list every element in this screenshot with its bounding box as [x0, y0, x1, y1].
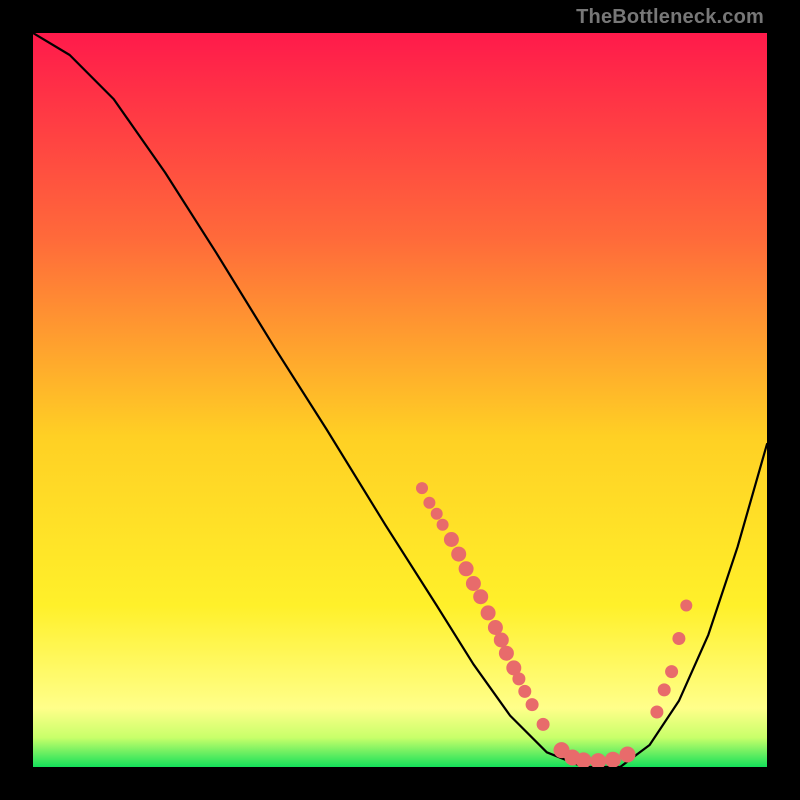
- gradient-background: [33, 33, 767, 767]
- data-dot: [416, 482, 428, 494]
- data-dot: [605, 752, 621, 767]
- data-dot: [423, 497, 435, 509]
- data-dot: [481, 605, 496, 620]
- data-dot: [499, 646, 514, 661]
- data-dot: [672, 632, 685, 645]
- data-dot: [466, 576, 481, 591]
- data-dot: [650, 706, 663, 719]
- data-dot: [512, 672, 525, 685]
- data-dot: [620, 747, 636, 763]
- data-dot: [658, 683, 671, 696]
- data-dot: [665, 665, 678, 678]
- data-dot: [473, 589, 488, 604]
- data-dot: [451, 547, 466, 562]
- data-dot: [444, 532, 459, 547]
- data-dot: [431, 508, 443, 520]
- data-dot: [518, 685, 531, 698]
- data-dot: [494, 633, 509, 648]
- data-dot: [459, 561, 474, 576]
- chart-svg: [33, 33, 767, 767]
- data-dot: [526, 698, 539, 711]
- data-dot: [537, 718, 550, 731]
- attribution-text: TheBottleneck.com: [576, 6, 764, 29]
- chart-frame: [33, 33, 767, 767]
- data-dot: [437, 519, 449, 531]
- data-dot: [680, 600, 692, 612]
